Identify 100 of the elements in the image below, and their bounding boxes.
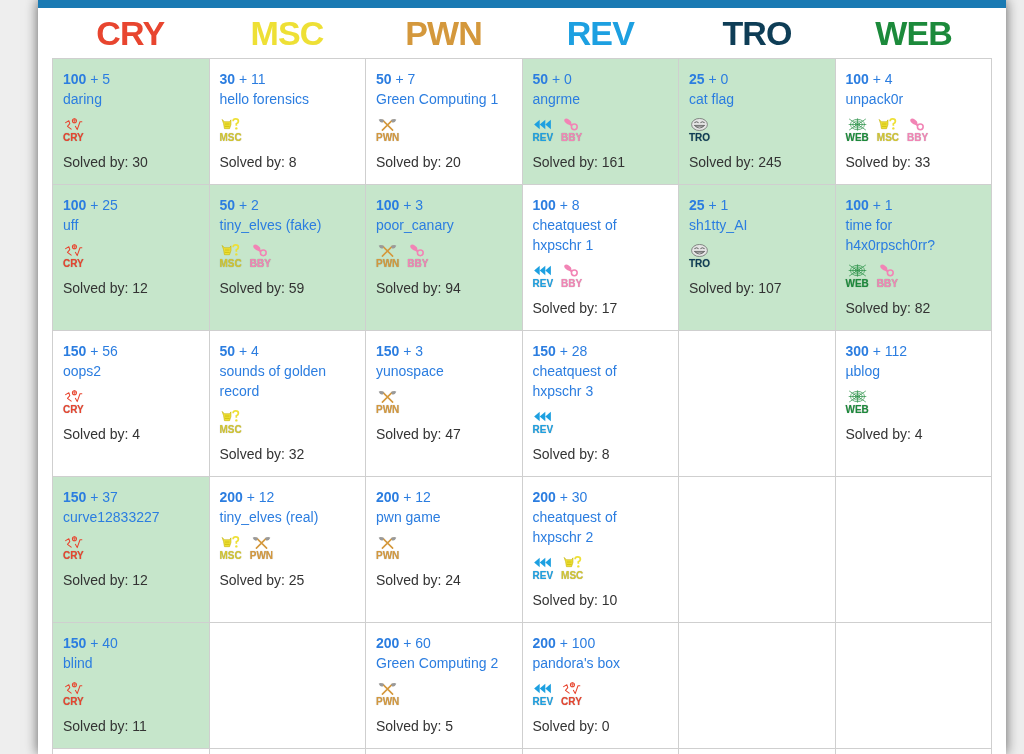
grinning-face-icon [690,118,710,131]
category-label: REV [532,424,554,436]
category-label: PWN [249,550,274,562]
points-text: 100 + 4 [845,70,893,89]
crossed-axes-icon [251,536,271,549]
category-heading: WEB [875,13,953,53]
category-label: WEB [845,132,869,144]
category-label: CRY [63,404,84,416]
points-text: 300 + 112 [845,342,908,361]
solved-count: Solved by: 12 [63,279,148,298]
challenge-link[interactable]: yunospace [376,361,444,381]
category-heading: TRO [722,13,792,53]
points-text: 150 + 56 [63,342,118,361]
challenge-link[interactable]: tiny_elves (fake) [219,215,322,235]
points-text: 100 + 8 [532,196,580,215]
challenge-link[interactable]: sounds of golden record [219,361,355,401]
challenge-link[interactable]: sh1tty_AI [689,215,748,235]
points-text: 50 + 2 [219,196,259,215]
category-label: BBY [561,132,583,144]
category-label: TRO [689,258,711,270]
category-label: CRY [63,550,84,562]
points-text: 200 + 100 [532,634,596,653]
spider-web-icon [847,264,867,277]
solved-count: Solved by: 24 [376,571,461,590]
pacifier-icon [877,264,897,277]
category-label: MSC [219,132,242,144]
category-label: WEB [845,278,869,290]
category-label: MSC [219,424,242,436]
category-label: TRO [689,132,711,144]
challenge-link[interactable]: daring [63,89,102,109]
solved-count: Solved by: 4 [845,425,923,444]
spider-web-icon [847,118,867,131]
points-text: 100 + 3 [376,196,424,215]
category-label: CRY [63,696,84,708]
category-label: PWN [376,696,400,708]
pacifier-icon [250,244,270,257]
challenge-link[interactable]: pandora's box [532,653,620,673]
category-label: CRY [63,132,84,144]
category-label: PWN [376,258,400,270]
math-symbols-icon [63,682,83,695]
math-symbols-icon [63,390,83,403]
crossed-axes-icon [378,390,398,403]
solved-count: Solved by: 20 [376,153,461,172]
points-text: 150 + 28 [532,342,588,361]
category-label: BBY [907,132,929,144]
challenge-link[interactable]: Green Computing 1 [376,89,499,109]
math-symbols-icon [63,118,83,131]
crossed-axes-icon [378,682,398,695]
challenge-link[interactable]: hello forensics [219,89,309,109]
crossed-axes-icon [378,244,398,257]
rewind-icon [533,118,553,131]
points-text: 100 + 5 [63,70,111,89]
solved-count: Solved by: 161 [532,153,626,172]
math-symbols-icon [63,244,83,257]
solved-count: Solved by: 11 [63,717,147,736]
points-text: 50 + 0 [532,70,572,89]
challenge-link[interactable]: pwn game [376,507,441,527]
points-text: 100 + 25 [63,196,118,215]
challenge-link[interactable]: tiny_elves (real) [219,507,319,527]
solved-count: Solved by: 59 [219,279,305,298]
challenge-link[interactable]: cat flag [689,89,735,109]
category-heading: MSC [250,13,324,53]
category-label: REV [532,570,554,582]
solved-count: Solved by: 33 [845,153,931,172]
challenge-link[interactable]: curve12833227 [63,507,160,527]
rewind-icon [533,682,553,695]
category-label: MSC [219,550,242,562]
category-label: WEB [845,404,869,416]
category-label: PWN [376,404,400,416]
challenge-link[interactable]: µblog [845,361,881,381]
solved-count: Solved by: 32 [219,445,305,464]
challenge-link[interactable]: oops2 [63,361,102,381]
points-text: 100 + 1 [845,196,893,215]
rewind-icon [533,264,553,277]
points-text: 150 + 40 [63,634,118,653]
challenge-link[interactable]: blind [63,653,93,673]
challenge-link[interactable]: uff [63,215,79,235]
category-label: PWN [376,132,400,144]
category-label: BBY [876,278,898,290]
challenge-link[interactable]: cheatquest of hxpschr 1 [532,215,668,255]
math-symbols-icon [561,682,581,695]
challenge-link[interactable]: cheatquest of hxpschr 2 [532,507,668,547]
challenge-link[interactable]: unpack0r [845,89,904,109]
category-label: REV [532,696,554,708]
solved-count: Solved by: 17 [532,299,618,318]
challenge-link[interactable]: cheatquest of hxpschr 3 [532,361,668,401]
solved-count: Solved by: 47 [376,425,461,444]
challenge-link[interactable]: time for h4x0rpsch0rr? [845,215,981,255]
solved-count: Solved by: 245 [689,153,782,172]
points-text: 200 + 60 [376,634,431,653]
rewind-icon [533,410,553,423]
solved-count: Solved by: 94 [376,279,461,298]
category-label: CRY [561,696,582,708]
rewind-icon [533,556,553,569]
challenge-link[interactable]: poor_canary [376,215,454,235]
solved-count: Solved by: 30 [63,153,148,172]
points-text: 50 + 7 [376,70,416,89]
solved-count: Solved by: 10 [532,591,618,610]
challenge-link[interactable]: angrme [532,89,580,109]
challenge-link[interactable]: Green Computing 2 [376,653,499,673]
